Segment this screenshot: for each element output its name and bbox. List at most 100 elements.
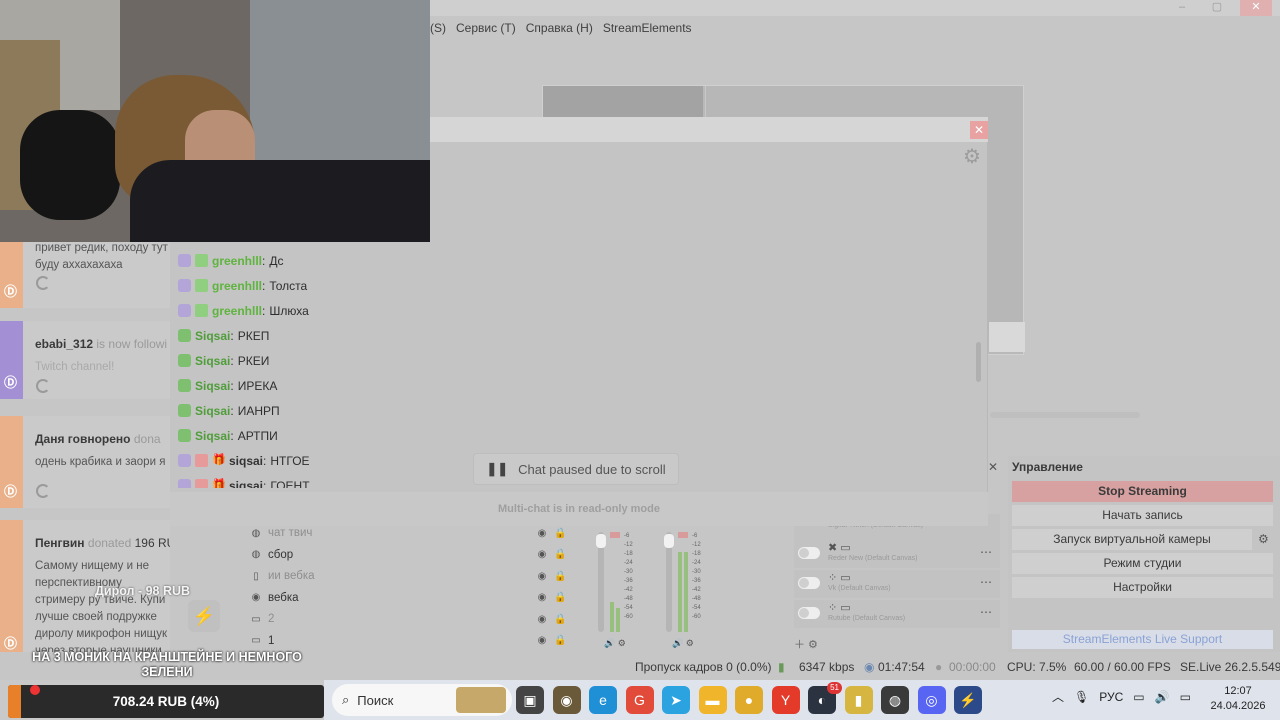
chat-author[interactable]: siqsai (229, 479, 263, 489)
network-icon[interactable]: ▭ (1133, 690, 1144, 704)
taskbar-search[interactable]: ⌕ Поиск (332, 684, 512, 716)
source-item[interactable]: ▭ 1 ◉ 🔒 (250, 632, 566, 650)
chat-author[interactable]: Siqsai (195, 429, 230, 443)
output-item[interactable]: ✖ ▭ Reder New (Default Canvas) ⋯ (794, 540, 1000, 568)
more-icon[interactable]: ⋯ (980, 575, 992, 589)
eye-icon[interactable]: ◉ (536, 592, 548, 603)
output-toggle[interactable] (798, 547, 820, 559)
chat-author[interactable]: greenhlll (212, 254, 262, 268)
source-name: сбор (268, 548, 294, 561)
source-item[interactable]: ◍ чат твич ◉ 🔒 (250, 524, 567, 542)
source-item[interactable]: ▭ 2 ◉ 🔒 (250, 610, 566, 628)
taskbar-clock[interactable]: 12:07 24.04.2026 (1208, 684, 1268, 714)
globe-icon: ◍ (251, 549, 261, 560)
stop-streaming-button[interactable]: Stop Streaming (1012, 481, 1273, 502)
replay-icon[interactable] (36, 276, 50, 290)
chat-author[interactable]: Siqsai (195, 379, 230, 393)
source-item[interactable]: ◉ вебка ◉ 🔒 (250, 589, 567, 607)
volume-fader[interactable] (596, 532, 606, 632)
lock-icon[interactable]: 🔒 (554, 614, 566, 625)
dock-close-icon[interactable]: ✕ (988, 460, 998, 474)
taskview-icon[interactable]: ▣ (516, 686, 544, 714)
preview-scrollbar[interactable] (990, 412, 1140, 418)
lock-icon[interactable]: 🔒 (554, 592, 566, 603)
obs-icon[interactable]: ◍ (881, 686, 909, 714)
output-item[interactable]: ⁘ ▭ Rutube (Default Canvas) ⋯ (794, 600, 1000, 628)
more-icon[interactable]: ⋯ (980, 545, 992, 559)
lock-icon[interactable]: 🔒 (554, 571, 566, 582)
record-icon: ● (935, 660, 943, 674)
level-meter (678, 552, 682, 632)
chevron-up-icon[interactable]: ︿ (1052, 688, 1064, 705)
lock-icon[interactable]: 🔒 (554, 635, 566, 646)
telegram-icon[interactable]: ➤ (662, 686, 690, 714)
peak-indicator (678, 532, 688, 538)
lock-icon[interactable]: 🔒 (554, 528, 566, 539)
virtual-camera-button[interactable]: Запуск виртуальной камеры (1012, 529, 1252, 550)
chat-author[interactable]: Siqsai (195, 354, 230, 368)
chat-author[interactable]: Siqsai (195, 329, 230, 343)
volume-icon[interactable]: 🔊 (1155, 690, 1170, 704)
replay-icon[interactable] (36, 484, 50, 498)
fader-knob[interactable] (596, 534, 606, 548)
more-icon[interactable]: ⋯ (980, 605, 992, 619)
gear-icon[interactable]: ⚙ (1258, 532, 1269, 546)
maximize-icon[interactable]: ▢ (1201, 0, 1233, 16)
chat-author[interactable]: greenhlll (212, 304, 262, 318)
eye-icon[interactable]: ◉ (536, 549, 548, 560)
output-toggle[interactable] (798, 577, 820, 589)
edge-icon[interactable]: e (589, 686, 617, 714)
menu-help[interactable]: Справка (H) (526, 18, 593, 38)
output-item[interactable]: ⁘ ▭ Vk (Default Canvas) ⋯ (794, 570, 1000, 598)
lock-icon[interactable]: 🔒 (554, 549, 566, 560)
start-recording-button[interactable]: Начать запись (1012, 505, 1273, 526)
close-icon[interactable]: ✕ (970, 121, 988, 139)
replay-icon[interactable] (36, 379, 50, 393)
volume-fader[interactable] (664, 532, 674, 632)
chat-scrollbar[interactable] (976, 342, 981, 382)
controls-dock: ✕ Управление Stop Streaming Начать запис… (988, 456, 1280, 652)
eye-hidden-icon[interactable]: ◉ (536, 614, 548, 625)
studio-mode-button[interactable]: Режим студии (1012, 553, 1273, 574)
chat-author[interactable]: Siqsai (195, 404, 230, 418)
speaker-icon[interactable]: 🔊 ⚙ (672, 638, 694, 649)
settings-button[interactable]: Настройки (1012, 577, 1273, 598)
lock-app-icon[interactable]: ▮ (844, 686, 873, 714)
game-icon[interactable]: ◉ (552, 686, 581, 714)
menu-tools[interactable]: Сервис (T) (456, 18, 516, 38)
eye-hidden-icon[interactable]: ◉ (536, 528, 548, 539)
source-item[interactable]: ◍ сбор ◉ 🔒 (250, 546, 567, 564)
platform-icon: Ⓓ (4, 636, 18, 651)
level-meter (684, 552, 688, 632)
microphone-icon[interactable]: 🎙 (1074, 690, 1089, 704)
yandex-music-icon[interactable]: G (625, 686, 654, 714)
eye-hidden-icon[interactable]: ◉ (536, 571, 548, 582)
outputs-dock: ⁘ ▭Sigital Twitch (Default Canvas)⋯✖ ▭Re… (790, 514, 1002, 652)
steam-icon[interactable]: ◐ 51 (808, 682, 842, 714)
battery-icon[interactable]: ▭ (1180, 690, 1191, 704)
chat-paused-banner[interactable]: ❚❚ Chat paused due to scroll (473, 453, 679, 485)
source-item[interactable]: ▯ ии вебка ◉ 🔒 (250, 567, 566, 585)
yandex-browser-icon[interactable]: Y (771, 686, 800, 714)
fader-knob[interactable] (664, 534, 674, 548)
platform-icon: ⁘ ▭ (828, 602, 851, 614)
sub-badge-icon (195, 254, 208, 267)
output-toggle[interactable] (798, 607, 820, 619)
menu-streamelements[interactable]: StreamElements (603, 18, 692, 38)
chrome-icon[interactable]: ● (735, 686, 763, 714)
eye-icon[interactable]: ◉ (536, 635, 548, 646)
chat-message: greenhlll: Толста (178, 273, 958, 298)
close-icon[interactable]: ✕ (1240, 0, 1272, 16)
chat-author[interactable]: greenhlll (212, 279, 262, 293)
app-icon[interactable]: ⚡ (954, 686, 982, 714)
discord-icon[interactable]: ◎ (917, 686, 946, 714)
chat-author[interactable]: siqsai (229, 454, 263, 468)
gear-icon[interactable]: ⚙ (961, 146, 983, 168)
speaker-icon[interactable]: 🔊 ⚙ (604, 638, 626, 649)
menu-scene-collection[interactable]: (S) (430, 18, 446, 38)
file-explorer-icon[interactable]: ▬ (698, 686, 727, 714)
language-indicator[interactable]: РУС (1099, 690, 1123, 704)
minimize-icon[interactable]: – (1166, 0, 1198, 16)
source-name: 2 (268, 613, 275, 625)
se-support-button[interactable]: StreamElements Live Support (1012, 630, 1273, 649)
